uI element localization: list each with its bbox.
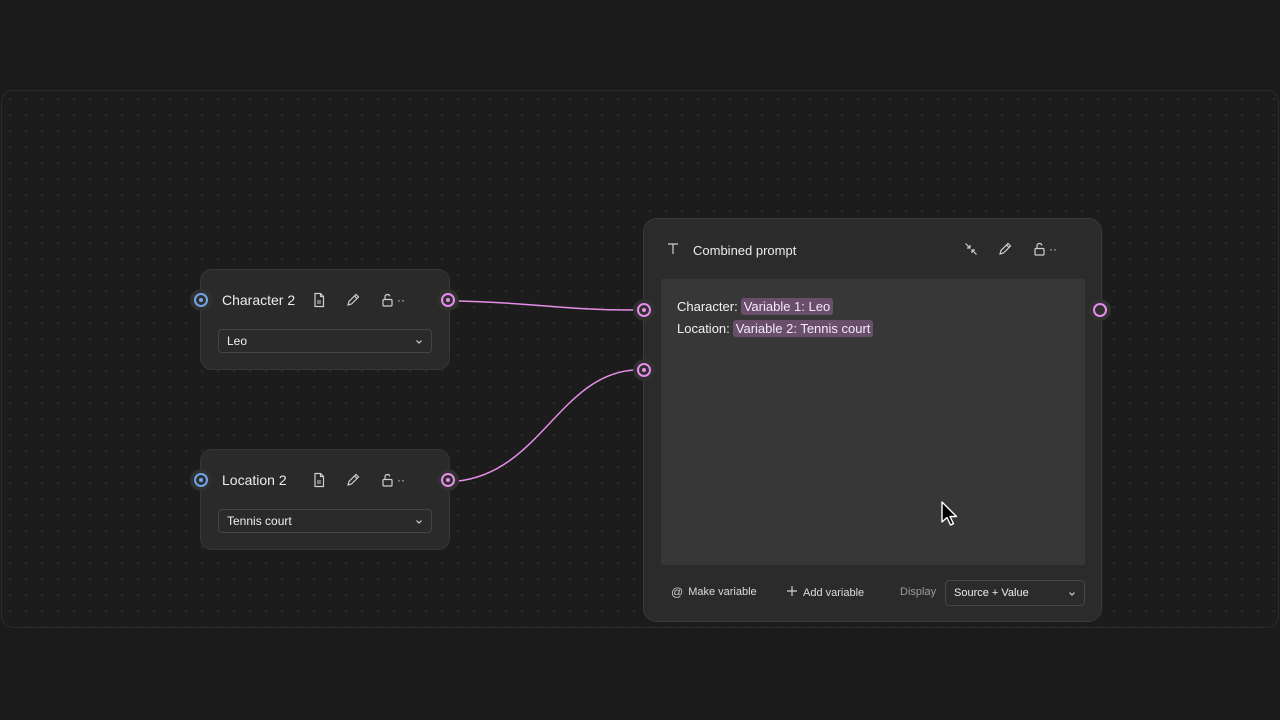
button-label: Make variable [688,586,757,598]
file-icon[interactable] [311,292,327,308]
node-title: Location 2 [222,472,287,488]
chevron-down-icon [415,518,423,526]
prompt-line-location: Location: Variable 2: Tennis court [677,320,874,337]
node-header[interactable]: Location 2 ·· [201,450,449,510]
prompt-text-area[interactable]: Character: Variable 1: Leo Location: Varia… [661,279,1085,565]
text-icon [665,241,681,257]
character-output-port[interactable] [437,289,459,311]
unlock-icon [382,293,393,307]
select-value: Leo [227,334,248,348]
pencil-icon[interactable] [997,241,1013,257]
node-title: Combined prompt [693,243,797,258]
more-icon: ·· [397,293,405,307]
make-variable-button[interactable]: @ Make variable [671,585,757,599]
select-value: Tennis court [227,514,292,528]
character-select[interactable]: Leo [218,329,432,353]
display-mode-select[interactable]: Source + Value [945,580,1085,606]
add-variable-button[interactable]: Add variable [786,585,864,600]
node-title: Character 2 [222,292,296,308]
collapse-icon[interactable] [963,241,979,257]
location-select[interactable]: Tennis court [218,509,432,533]
lock-menu[interactable]: ·· [1032,241,1057,257]
pencil-icon[interactable] [345,292,361,308]
prompt-label: Location: [677,321,730,336]
location-output-port[interactable] [437,469,459,491]
prompt-line-character: Character: Variable 1: Leo [677,298,834,315]
combined-prompt-node[interactable]: Combined prompt ·· Character: Variable 1:… [643,218,1102,622]
node-header[interactable]: Character 2 ·· [201,270,449,330]
unlock-icon [382,473,393,487]
prompt-input-port-1[interactable] [633,299,655,321]
chevron-down-icon [415,338,423,346]
chevron-down-icon [1068,590,1076,598]
location-node[interactable]: Location 2 ·· Tennis court [200,449,450,550]
lock-menu[interactable]: ·· [380,472,405,488]
at-icon: @ [671,585,684,599]
variable-chip[interactable]: Variable 1: Leo [740,298,834,315]
more-icon: ·· [397,473,405,487]
prompt-output-port[interactable] [1089,299,1111,321]
prompt-input-port-2[interactable] [633,359,655,381]
button-label: Add variable [803,586,865,599]
unlock-icon [1034,242,1045,256]
character-input-port[interactable] [190,289,212,311]
location-input-port[interactable] [190,469,212,491]
display-label: Display [900,586,937,598]
mouse-cursor [940,501,960,529]
pencil-icon[interactable] [345,472,361,488]
plus-icon [786,585,798,600]
more-icon: ·· [1049,242,1057,256]
lock-menu[interactable]: ·· [380,292,405,308]
variable-chip[interactable]: Variable 2: Tennis court [732,320,874,337]
select-value: Source + Value [954,587,1029,599]
character-node[interactable]: Character 2 ·· Leo [200,269,450,370]
file-icon[interactable] [311,472,327,488]
prompt-label: Character: [677,299,738,314]
